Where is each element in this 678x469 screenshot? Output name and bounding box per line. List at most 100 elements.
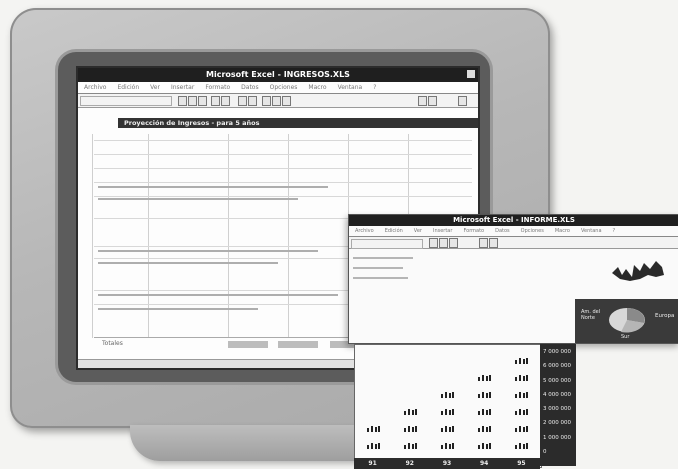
toolbar-button[interactable]	[198, 96, 207, 106]
menu-item-1[interactable]: Edición	[117, 84, 139, 91]
row-value	[98, 262, 278, 264]
x-tick-label: 95	[517, 460, 526, 467]
toolbar-button[interactable]	[429, 238, 438, 248]
x-tick-label: 93	[442, 460, 452, 467]
pie-label-north-america: Am. del Norte	[581, 309, 601, 321]
bar-segment	[403, 443, 418, 449]
list-item	[353, 267, 403, 269]
menu-item-5[interactable]: Datos	[495, 228, 510, 234]
bar-segment	[515, 443, 529, 449]
row-value	[98, 186, 328, 188]
grid-row	[94, 140, 472, 141]
align-left-button[interactable]	[262, 96, 271, 106]
main-toolbar	[78, 94, 478, 108]
grid-row	[94, 196, 472, 197]
x-tick-label: 91	[368, 460, 377, 467]
main-menubar: Archivo Edición Ver Insertar Formato Datos Opc…	[78, 82, 478, 94]
bar-segment	[515, 409, 529, 415]
toolbar-button[interactable]	[458, 96, 467, 106]
menu-item-2[interactable]: Ver	[150, 84, 160, 91]
bar-segment	[366, 443, 381, 449]
list-item	[353, 277, 408, 279]
y-tick-label: 1 000 000	[543, 434, 571, 441]
menu-item-6[interactable]: Opciones	[270, 84, 298, 91]
align-right-button[interactable]	[282, 96, 291, 106]
bar-segment	[515, 392, 529, 398]
menu-item-4[interactable]: Formato	[205, 84, 230, 91]
toolbar-button[interactable]	[211, 96, 220, 106]
toolbar-button[interactable]	[479, 238, 488, 248]
excel-window-overlay: Microsoft Excel - INFORME.XLS Archivo Edi…	[348, 214, 678, 344]
toolbar-button[interactable]	[449, 238, 458, 248]
pie-label-south: Sur	[621, 334, 630, 340]
font-selector[interactable]	[351, 239, 423, 249]
bar-segment	[441, 443, 455, 449]
toolbar-button[interactable]	[439, 238, 448, 248]
grid-row	[94, 154, 472, 155]
y-tick-label: 4 000 000	[543, 391, 571, 398]
bar-segment	[441, 426, 455, 432]
map-graphic	[612, 261, 664, 281]
toolbar-button[interactable]	[188, 96, 197, 106]
menu-item-0[interactable]: Archivo	[355, 228, 374, 234]
menu-item-8[interactable]: Ventana	[338, 84, 363, 91]
row-value	[98, 294, 338, 296]
grid-row	[94, 168, 472, 169]
menu-item-2[interactable]: Ver	[414, 228, 422, 234]
menu-item-3[interactable]: Insertar	[433, 228, 452, 234]
menu-item-5[interactable]: Datos	[241, 84, 258, 91]
y-tick-label: 0	[543, 449, 547, 455]
menu-item-9[interactable]: ?	[613, 228, 616, 234]
y-tick-label: 6 000 000	[543, 363, 571, 370]
y-tick-label: 7 000 000	[543, 349, 571, 355]
bar-segment	[515, 375, 529, 381]
menu-item-7[interactable]: Macro	[308, 84, 326, 91]
pie-chart	[609, 308, 645, 333]
window-control-icon[interactable]	[467, 70, 475, 78]
font-selector[interactable]	[80, 96, 172, 106]
menu-item-6[interactable]: Opciones	[521, 228, 544, 234]
row-value	[98, 308, 258, 310]
column-divider	[288, 134, 289, 338]
row-value	[98, 250, 318, 252]
bar-segment	[478, 409, 492, 415]
grid-row	[94, 182, 472, 183]
menu-item-3[interactable]: Insertar	[171, 84, 194, 91]
bar-segment	[366, 426, 381, 432]
totals-label: Totales	[102, 340, 123, 347]
menu-item-7[interactable]: Macro	[555, 228, 570, 234]
bar-segment	[478, 392, 492, 398]
bold-button[interactable]	[238, 96, 247, 106]
bar-segment	[441, 409, 455, 415]
pie-label-europe: Europa	[655, 313, 675, 319]
bar-segment	[515, 426, 529, 432]
toolbar-button[interactable]	[489, 238, 498, 248]
y-tick-label: 2 000 000	[543, 420, 571, 427]
menu-item-9[interactable]: ?	[373, 84, 376, 91]
overlay-titlebar: Microsoft Excel - INFORME.XLS	[349, 215, 678, 226]
align-center-button[interactable]	[272, 96, 281, 106]
chart-y-axis: 7 000 000 6 000 000 5 000 000 4 000 000 3 00…	[540, 344, 576, 466]
overlay-menubar: Archivo Edición Ver Insertar Formato Datos Opc…	[349, 226, 678, 237]
main-titlebar: Microsoft Excel - INGRESOS.XLS	[78, 68, 478, 82]
bar-chart-plot	[354, 344, 542, 468]
toolbar-button[interactable]	[178, 96, 187, 106]
y-tick-label: 3 000 000	[543, 406, 571, 413]
menu-item-0[interactable]: Archivo	[84, 84, 106, 91]
toolbar-button[interactable]	[221, 96, 230, 106]
bar-segment	[403, 409, 418, 415]
x-tick-label: 94	[480, 460, 489, 467]
toolbar-button[interactable]	[418, 96, 427, 106]
total-value	[228, 341, 268, 348]
list-item	[353, 257, 413, 259]
bar-segment	[478, 426, 492, 432]
italic-button[interactable]	[248, 96, 257, 106]
row-value	[98, 198, 298, 200]
menu-item-8[interactable]: Ventana	[581, 228, 602, 234]
chart-x-axis: 91 92 93 94 95	[354, 458, 540, 469]
menu-item-4[interactable]: Formato	[463, 228, 484, 234]
toolbar-button[interactable]	[428, 96, 437, 106]
x-tick-label: 92	[405, 460, 414, 467]
menu-item-1[interactable]: Edición	[385, 228, 403, 234]
total-value	[278, 341, 318, 348]
